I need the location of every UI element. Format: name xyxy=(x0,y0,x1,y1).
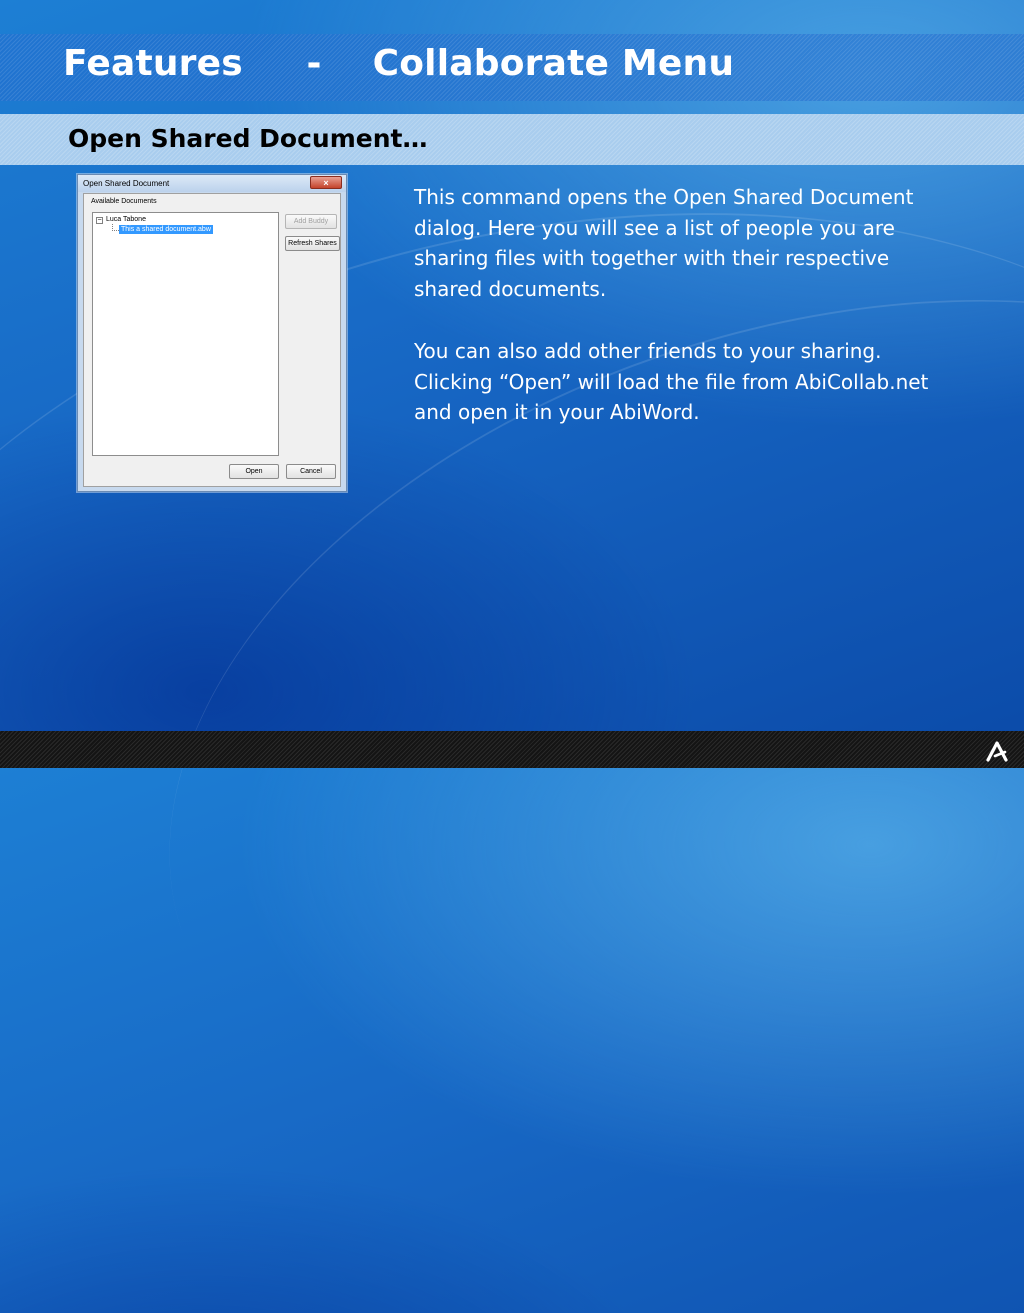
page-title: Features - Collaborate Menu xyxy=(63,43,735,84)
description-paragraph-2: You can also add other friends to your s… xyxy=(414,339,929,424)
dialog-body: Available Documents − Luca Tabone This a… xyxy=(83,193,341,487)
dialog-titlebar: Open Shared Document × xyxy=(78,175,346,192)
abiword-logo-icon xyxy=(986,741,1008,762)
description-paragraph-1: This command opens the Open Shared Docum… xyxy=(414,185,914,301)
slide-subtitle: Open Shared Document… xyxy=(68,124,428,153)
collapse-icon[interactable]: − xyxy=(96,217,103,224)
available-documents-label: Available Documents xyxy=(91,198,157,205)
add-buddy-button[interactable]: Add Buddy xyxy=(285,214,337,229)
tree-item-document[interactable]: This a shared document.abw xyxy=(119,225,213,234)
tree-item-buddy[interactable]: Luca Tabone xyxy=(106,216,146,223)
cancel-button[interactable]: Cancel xyxy=(286,464,336,479)
tree-branch-line xyxy=(112,224,119,231)
documents-tree[interactable]: − Luca Tabone This a shared document.abw xyxy=(92,212,279,456)
close-icon[interactable]: × xyxy=(310,176,342,189)
open-button[interactable]: Open xyxy=(229,464,279,479)
bottom-bar xyxy=(0,731,1024,768)
dialog-title: Open Shared Document xyxy=(83,179,170,188)
open-shared-document-dialog: Open Shared Document × Available Documen… xyxy=(77,174,347,492)
refresh-shares-button[interactable]: Refresh Shares xyxy=(285,236,340,251)
